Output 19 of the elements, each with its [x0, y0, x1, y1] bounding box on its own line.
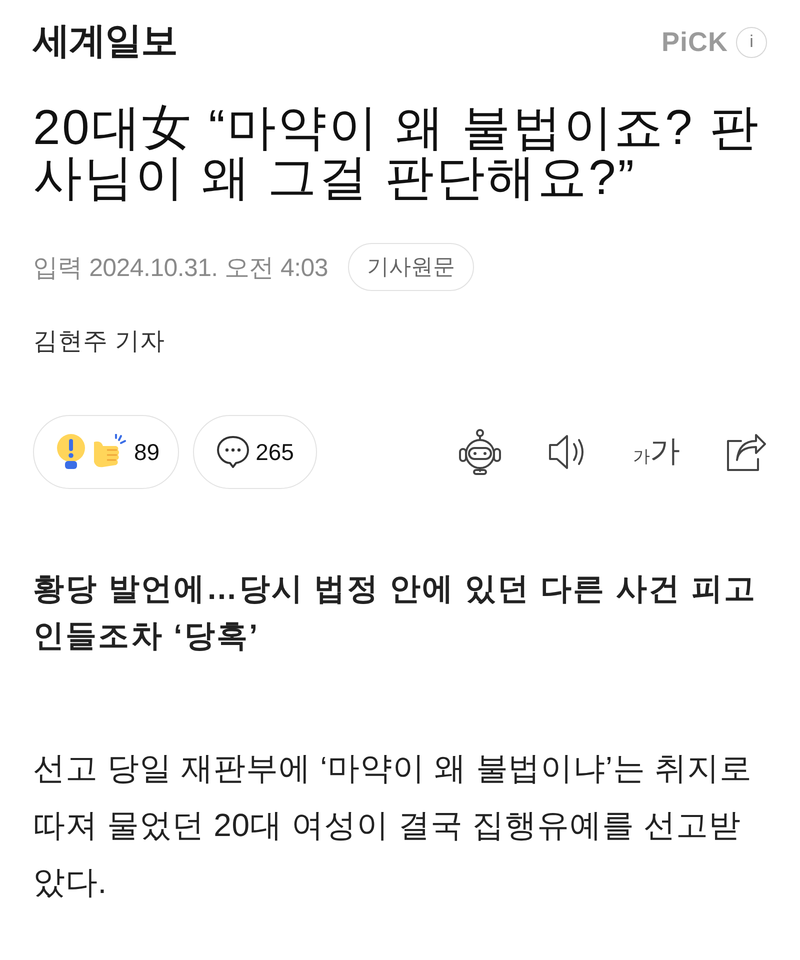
article-headline: 20대女 “마약이 왜 불법이죠? 판사님이 왜 그걸 판단해요?”: [33, 103, 762, 203]
thumbs-up-icon: [92, 434, 126, 470]
published-date: 입력 2024.10.31. 오전 4:03: [33, 252, 328, 284]
newspaper-logo[interactable]: 세계일보: [33, 22, 177, 58]
comment-icon: [216, 435, 250, 469]
comment-button[interactable]: 265: [192, 415, 317, 489]
pick-label: PiCK: [661, 28, 728, 56]
robot-icon: [457, 429, 503, 475]
article-body: 선고 당일 재판부에 ‘마약이 왜 불법이냐’는 취지로 따져 물었던 20대 여성이 결국 집행유예를 선고받았다.: [33, 749, 753, 902]
lightbulb-icon: [56, 434, 86, 470]
author-byline: 김현주 기자: [33, 327, 166, 357]
article-subtitle: 황당 발언에…당시 법정 안에 있던 다른 사건 피고인들조차 ‘당혹’: [33, 570, 758, 655]
original-article-button[interactable]: 기사원문: [348, 243, 474, 291]
share-button[interactable]: [725, 432, 767, 472]
font-size-button[interactable]: 가가: [633, 437, 680, 467]
summary-button[interactable]: [457, 429, 503, 475]
share-icon: [725, 432, 767, 472]
info-button[interactable]: i: [736, 26, 767, 58]
reaction-button[interactable]: 89: [33, 415, 179, 489]
